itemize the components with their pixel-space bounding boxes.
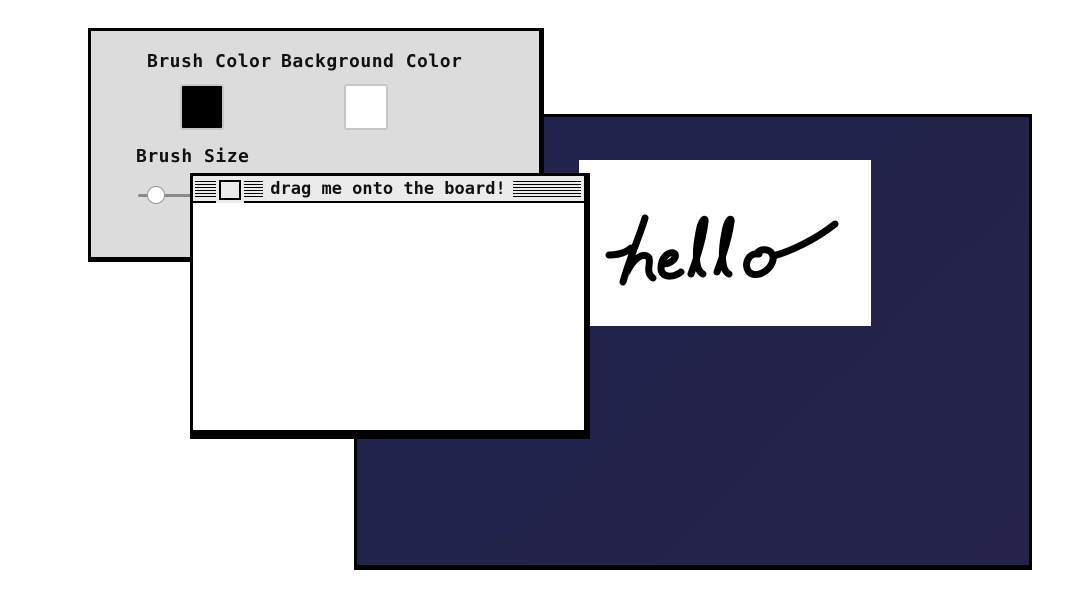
background-color-swatch[interactable] [344, 84, 388, 130]
handwritten-hello-drawing [605, 214, 839, 286]
brush-size-slider[interactable] [138, 186, 198, 206]
close-box-button[interactable] [216, 177, 244, 203]
window-content-canvas[interactable] [193, 203, 584, 430]
background-color-label: Background Color [281, 51, 463, 72]
slider-thumb[interactable] [147, 186, 165, 204]
drag-window[interactable]: drag me onto the board! [190, 173, 590, 439]
window-title-bar[interactable]: drag me onto the board! [193, 176, 584, 203]
brush-color-label: Brush Color [147, 51, 272, 72]
title-bar-stripes-right [513, 181, 581, 198]
window-title: drag me onto the board! [265, 179, 511, 199]
stage: Brush Color Background Color Brush Size … [0, 0, 1088, 612]
pasted-drawing[interactable] [579, 160, 871, 326]
brush-size-label: Brush Size [136, 146, 250, 167]
brush-color-swatch[interactable] [180, 84, 224, 130]
window-frame: drag me onto the board! [193, 176, 584, 430]
